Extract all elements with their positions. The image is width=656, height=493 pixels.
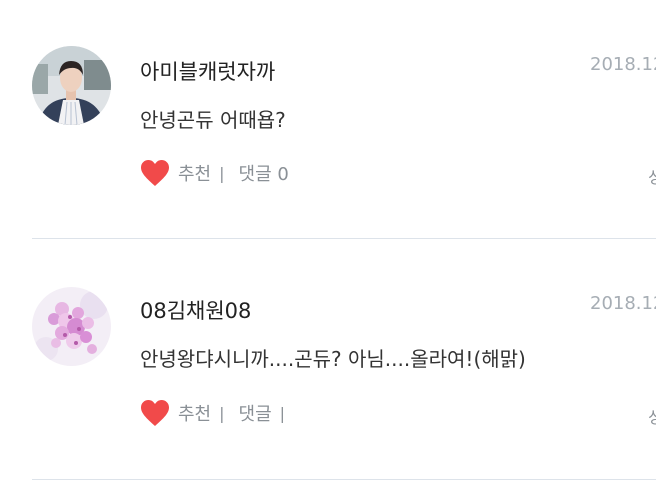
comment-author[interactable]: 08김채원08 xyxy=(140,295,251,325)
action-separator: | xyxy=(279,403,286,423)
comment-text: 안녕곤듀 어때욥? xyxy=(140,108,286,132)
recommend-button[interactable]: 추천 xyxy=(178,160,211,186)
cherry-blossom-avatar-icon xyxy=(32,287,111,366)
comment-date: 2018.12 xyxy=(590,54,656,75)
clipped-action-label[interactable]: 싱 xyxy=(648,404,656,428)
recommend-button[interactable]: 추천 xyxy=(178,400,211,426)
comment-list: 아미블캐럿자까 2018.12 안녕곤듀 어때욥? 추천 | 댓글 0 싱 xyxy=(0,0,656,493)
comment-text: 안녕왕댜시니까....곤듀? 아님....올라여!(해맑) xyxy=(140,347,526,371)
reply-button[interactable]: 댓글 xyxy=(239,400,272,426)
user-photo-avatar-icon xyxy=(32,46,111,125)
comment-actions: 추천 | 댓글 | xyxy=(140,399,285,427)
heart-icon[interactable] xyxy=(140,159,170,187)
comment-item: 08김채원08 2018.12 안녕왕댜시니까....곤듀? 아님....올라여… xyxy=(0,239,656,479)
comment-date: 2018.12 xyxy=(590,293,656,314)
reply-button[interactable]: 댓글 0 xyxy=(239,160,289,186)
comment-actions: 추천 | 댓글 0 xyxy=(140,159,289,187)
user-avatar[interactable] xyxy=(32,287,111,366)
action-separator: | xyxy=(219,403,225,423)
clipped-action-label[interactable]: 싱 xyxy=(648,164,656,188)
heart-icon[interactable] xyxy=(140,399,170,427)
comment-divider xyxy=(32,479,656,480)
comment-item: 아미블캐럿자까 2018.12 안녕곤듀 어때욥? 추천 | 댓글 0 싱 xyxy=(0,0,656,238)
comment-author[interactable]: 아미블캐럿자까 xyxy=(140,56,275,86)
user-avatar[interactable] xyxy=(32,46,111,125)
action-separator: | xyxy=(219,163,225,183)
